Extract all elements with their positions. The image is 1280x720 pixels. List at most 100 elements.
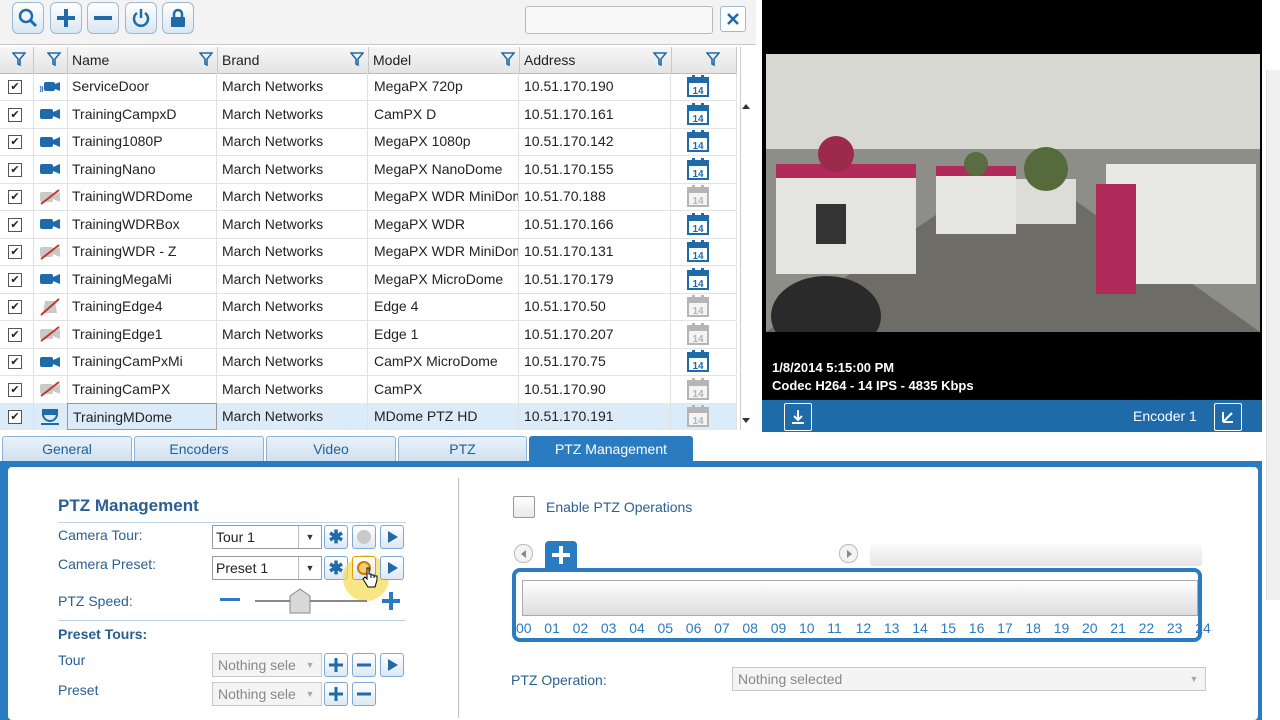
- tour-settings-button[interactable]: ✱: [324, 525, 348, 549]
- calendar-icon[interactable]: 14: [687, 405, 709, 427]
- calendar-icon[interactable]: 14: [687, 157, 709, 180]
- preset-play-button[interactable]: [380, 556, 404, 580]
- row-checkbox[interactable]: ✔: [8, 80, 22, 94]
- speed-increase-icon[interactable]: [380, 590, 402, 612]
- download-button[interactable]: [784, 403, 812, 431]
- timeline-prev-button[interactable]: [514, 544, 533, 563]
- row-checkbox[interactable]: ✔: [8, 162, 22, 177]
- tour-remove-button[interactable]: [352, 653, 376, 677]
- filter-icon[interactable]: [653, 52, 667, 66]
- power-button[interactable]: [125, 2, 157, 34]
- calendar-icon[interactable]: 14: [687, 130, 709, 152]
- search-button[interactable]: [12, 2, 44, 34]
- row-checkbox[interactable]: ✔: [8, 300, 22, 314]
- search-input[interactable]: [525, 6, 713, 34]
- speed-decrease-icon[interactable]: [218, 592, 242, 608]
- table-row[interactable]: ✔ TrainingWDRDome March Networks MegaPX WDR…: [0, 183, 737, 211]
- timeline-add-button[interactable]: [545, 541, 577, 569]
- device-name[interactable]: ServiceDoor: [67, 73, 217, 100]
- device-name[interactable]: TrainingNano: [67, 155, 217, 183]
- filter-icon[interactable]: [12, 52, 26, 66]
- device-name[interactable]: TrainingCamPX: [67, 375, 217, 403]
- camera-preset-select[interactable]: Preset 1 ▼: [212, 556, 322, 580]
- calendar-icon[interactable]: 14: [687, 377, 709, 400]
- remove-button[interactable]: [87, 2, 119, 34]
- header-address[interactable]: Address: [519, 47, 672, 73]
- row-checkbox[interactable]: ✔: [8, 410, 22, 424]
- filter-icon[interactable]: [501, 52, 515, 66]
- speed-slider[interactable]: [255, 600, 367, 602]
- page-scrollbar[interactable]: [1266, 70, 1280, 600]
- device-name[interactable]: TrainingMDome: [67, 403, 217, 430]
- row-checkbox[interactable]: ✔: [8, 272, 22, 287]
- row-checkbox[interactable]: ✔: [8, 135, 22, 149]
- table-row[interactable]: ✔ ServiceDoor March Networks MegaPX 720p 10.…: [0, 73, 737, 101]
- header-type[interactable]: [33, 47, 68, 73]
- device-name[interactable]: TrainingCamPxMi: [67, 348, 217, 375]
- scroll-down-icon[interactable]: [740, 416, 752, 426]
- enable-ptz-checkbox[interactable]: [513, 496, 535, 518]
- tab-ptz-management[interactable]: PTZ Management: [529, 436, 693, 462]
- tab-video[interactable]: Video: [266, 436, 396, 462]
- device-name[interactable]: TrainingWDRBox: [67, 210, 217, 238]
- row-checkbox[interactable]: ✔: [8, 245, 22, 259]
- calendar-icon[interactable]: 14: [687, 185, 709, 207]
- close-search-button[interactable]: [720, 6, 746, 32]
- preset-add-button[interactable]: [324, 682, 348, 706]
- expand-button[interactable]: [1214, 403, 1242, 431]
- filter-icon[interactable]: [706, 52, 720, 66]
- table-row[interactable]: ✔ TrainingCamPxMi March Networks CamPX Micr…: [0, 348, 737, 376]
- device-name[interactable]: TrainingWDRDome: [67, 183, 217, 210]
- table-row[interactable]: ✔ TrainingEdge4 March Networks Edge 4 10.51.…: [0, 293, 737, 321]
- scroll-up-icon[interactable]: [740, 101, 752, 111]
- tour-select[interactable]: Nothing sele ▼: [212, 653, 322, 677]
- filter-icon[interactable]: [350, 52, 364, 66]
- tour-start-button[interactable]: [380, 653, 404, 677]
- table-row[interactable]: ✔ TrainingWDRBox March Networks MegaPX WDR 1…: [0, 210, 737, 239]
- video-pane[interactable]: 1/8/2014 5:15:00 PM Codec H264 - 14 IPS …: [762, 0, 1262, 432]
- table-row[interactable]: ✔ Training1080P March Networks MegaPX 1080p…: [0, 128, 737, 156]
- calendar-icon[interactable]: 14: [687, 322, 709, 345]
- filter-icon[interactable]: [47, 52, 61, 66]
- table-row[interactable]: ✔ TrainingWDR - Z March Networks MegaPX WDR…: [0, 238, 737, 266]
- header-check[interactable]: [0, 47, 34, 73]
- filter-icon[interactable]: [199, 52, 213, 66]
- tab-ptz[interactable]: PTZ: [398, 436, 527, 462]
- preset-remove-button[interactable]: [352, 682, 376, 706]
- grid-scrollbar[interactable]: [740, 98, 752, 428]
- header-brand[interactable]: Brand: [217, 47, 369, 73]
- tour-record-button[interactable]: [352, 525, 376, 549]
- device-name[interactable]: TrainingCampxD: [67, 100, 217, 128]
- device-name[interactable]: TrainingMegaMi: [67, 265, 217, 293]
- device-name[interactable]: Training1080P: [67, 128, 217, 155]
- header-model[interactable]: Model: [368, 47, 520, 73]
- timeline-track[interactable]: [522, 580, 1198, 616]
- calendar-icon[interactable]: 14: [687, 75, 709, 97]
- calendar-icon[interactable]: 14: [687, 102, 709, 125]
- device-name[interactable]: TrainingWDR - Z: [67, 238, 217, 265]
- tour-add-button[interactable]: [324, 653, 348, 677]
- row-checkbox[interactable]: ✔: [8, 355, 22, 369]
- row-checkbox[interactable]: ✔: [8, 107, 22, 122]
- header-name[interactable]: Name: [67, 47, 218, 73]
- calendar-icon[interactable]: 14: [687, 212, 709, 235]
- calendar-icon[interactable]: 14: [687, 267, 709, 290]
- tab-general[interactable]: General: [2, 436, 132, 462]
- row-checkbox[interactable]: ✔: [8, 327, 22, 342]
- calendar-icon[interactable]: 14: [687, 240, 709, 262]
- ptz-operation-select[interactable]: Nothing selected ▼: [732, 667, 1206, 691]
- table-row[interactable]: ✔ TrainingMDome March Networks MDome PTZ HD…: [0, 403, 737, 430]
- lock-button[interactable]: [162, 2, 194, 34]
- table-row[interactable]: ✔ TrainingEdge1 March Networks Edge 1 10.51.…: [0, 320, 737, 349]
- speed-slider-thumb[interactable]: [289, 588, 311, 614]
- tour-play-button[interactable]: [380, 525, 404, 549]
- header-schedule[interactable]: [671, 47, 737, 73]
- device-name[interactable]: TrainingEdge4: [67, 293, 217, 320]
- add-button[interactable]: [50, 2, 82, 34]
- row-checkbox[interactable]: ✔: [8, 190, 22, 204]
- row-checkbox[interactable]: ✔: [8, 382, 22, 397]
- tab-encoders[interactable]: Encoders: [134, 436, 264, 462]
- table-row[interactable]: ✔ TrainingCampxD March Networks CamPX D 10.5…: [0, 100, 737, 129]
- device-name[interactable]: TrainingEdge1: [67, 320, 217, 348]
- calendar-icon[interactable]: 14: [687, 350, 709, 372]
